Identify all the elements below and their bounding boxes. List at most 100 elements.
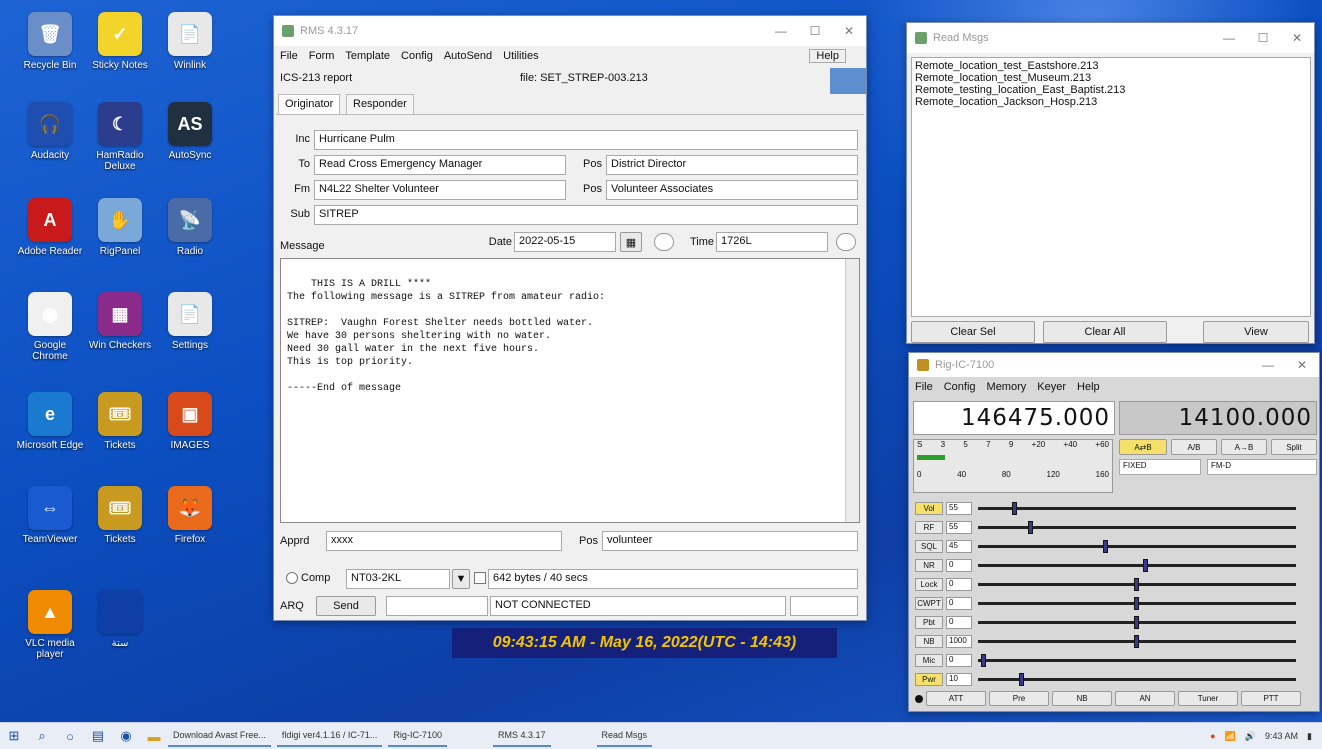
desktop-shortcut[interactable]: 🎟 Tickets — [85, 392, 155, 480]
date-now-button[interactable] — [654, 233, 674, 251]
tray-app-icon[interactable]: ● — [1210, 731, 1215, 741]
slider-label-button[interactable]: CWPT — [915, 597, 943, 610]
calendar-button[interactable]: ▦ — [620, 232, 642, 252]
desktop-shortcut[interactable]: ✋ RigPanel — [85, 198, 155, 286]
slider-label-button[interactable]: Mic — [915, 654, 943, 667]
desktop-shortcut[interactable]: ⇔ TeamViewer — [15, 486, 85, 574]
desktop-shortcut[interactable]: A Adobe Reader — [15, 198, 85, 286]
slider-value[interactable]: 0 — [946, 654, 972, 667]
search-icon[interactable]: ⌕ — [28, 725, 56, 747]
slider-value[interactable]: 45 — [946, 540, 972, 553]
clear-all-button[interactable]: Clear All — [1043, 321, 1167, 343]
desktop-shortcut[interactable]: ▦ Win Checkers — [85, 292, 155, 380]
comp-dropdown-button[interactable]: ▼ — [452, 569, 470, 589]
slider-thumb[interactable] — [981, 654, 986, 667]
slider-thumb[interactable] — [1019, 673, 1024, 686]
slider-track[interactable] — [978, 502, 1296, 515]
date-field[interactable]: 2022-05-15 — [514, 232, 616, 252]
taskbar-task-readmsgs[interactable]: Read Msgs — [596, 725, 653, 747]
time-now-button[interactable] — [836, 233, 856, 251]
desktop-shortcut[interactable]: 🎧 Audacity — [15, 102, 85, 190]
desktop-shortcut[interactable]: 📄 Settings — [155, 292, 225, 380]
desktop-shortcut[interactable]: 📄 Winlink — [155, 12, 225, 100]
menu-help[interactable]: Help — [809, 49, 846, 63]
slider-value[interactable]: 1000 — [946, 635, 972, 648]
desktop-shortcut[interactable]: ▲ VLC media player — [15, 590, 85, 678]
slider-label-button[interactable]: NR — [915, 559, 943, 572]
desktop-shortcut[interactable]: 📡 Radio — [155, 198, 225, 286]
menu-config[interactable]: Config — [401, 50, 433, 62]
rig-titlebar[interactable]: Rig-IC-7100 — ✕ — [909, 353, 1319, 377]
to-field[interactable]: Read Cross Emergency Manager — [314, 155, 566, 175]
slider-thumb[interactable] — [1028, 521, 1033, 534]
menu-file[interactable]: File — [280, 50, 298, 62]
menu-form[interactable]: Form — [309, 50, 335, 62]
slider-track[interactable] — [978, 540, 1296, 553]
split-button[interactable]: Split — [1271, 439, 1317, 455]
tray-time[interactable]: 9:43 AM — [1265, 731, 1298, 741]
slider-label-button[interactable]: Pbt — [915, 616, 943, 629]
send-button[interactable]: Send — [316, 596, 376, 616]
menu-autosend[interactable]: AutoSend — [444, 50, 492, 62]
tab-responder[interactable]: Responder — [346, 94, 414, 114]
rig-menu-config[interactable]: Config — [944, 381, 976, 393]
slider-label-button[interactable]: NB — [915, 635, 943, 648]
slider-track[interactable] — [978, 559, 1296, 572]
vfo-a-frequency[interactable]: 146475.000 — [913, 401, 1115, 435]
mode-select-1[interactable]: FIXED — [1119, 459, 1201, 475]
rig-menu-keyer[interactable]: Keyer — [1037, 381, 1066, 393]
list-item[interactable]: Remote_location_Jackson_Hosp.213 — [915, 96, 1307, 108]
rig-button-att[interactable]: ATT — [926, 691, 986, 706]
slider-value[interactable]: 0 — [946, 597, 972, 610]
vfo-b-frequency[interactable]: 14100.000 — [1119, 401, 1317, 435]
rig-menu-help[interactable]: Help — [1077, 381, 1100, 393]
slider-label-button[interactable]: RF — [915, 521, 943, 534]
slider-label-button[interactable]: Lock — [915, 578, 943, 591]
taskbar-task-fldigi[interactable]: fldigi ver4.1.16 / IC-71... — [276, 725, 383, 747]
maximize-icon[interactable]: ☐ — [1246, 31, 1280, 45]
rig-button-an[interactable]: AN — [1115, 691, 1175, 706]
clear-sel-button[interactable]: Clear Sel — [911, 321, 1035, 343]
slider-label-button[interactable]: Vol — [915, 502, 943, 515]
desktop-shortcut[interactable]: 🦊 Firefox — [155, 486, 225, 574]
slider-track[interactable] — [978, 635, 1296, 648]
fm-field[interactable]: N4L22 Shelter Volunteer — [314, 180, 566, 200]
list-item[interactable]: Remote_testing_location_East_Baptist.213 — [915, 84, 1307, 96]
message-body[interactable]: THIS IS A DRILL **** The following messa… — [280, 258, 860, 523]
rms-titlebar[interactable]: RMS 4.3.17 — ☐ ✕ — [274, 16, 866, 46]
comp-select[interactable]: NT03-2KL — [346, 569, 450, 589]
close-icon[interactable]: ✕ — [832, 24, 866, 38]
slider-track[interactable] — [978, 597, 1296, 610]
rig-button-tuner[interactable]: Tuner — [1178, 691, 1238, 706]
slider-track[interactable] — [978, 654, 1296, 667]
menu-template[interactable]: Template — [345, 50, 390, 62]
list-item[interactable]: Remote_location_test_Museum.213 — [915, 72, 1307, 84]
close-icon[interactable]: ✕ — [1285, 358, 1319, 372]
desktop-shortcut[interactable]: 🎟 Tickets — [85, 486, 155, 574]
notification-icon[interactable]: ▮ — [1307, 731, 1312, 742]
tab-originator[interactable]: Originator — [278, 94, 341, 114]
maximize-icon[interactable]: ☐ — [798, 24, 832, 38]
close-icon[interactable]: ✕ — [1280, 31, 1314, 45]
message-file-list[interactable]: Remote_location_test_Eastshore.213 Remot… — [911, 57, 1311, 317]
rig-menu-file[interactable]: File — [915, 381, 933, 393]
inc-field[interactable]: Hurricane Pulm — [314, 130, 858, 150]
slider-thumb[interactable] — [1012, 502, 1017, 515]
rig-button-nb[interactable]: NB — [1052, 691, 1112, 706]
desktop-shortcut[interactable]: ▣ IMAGES — [155, 392, 225, 480]
fm-pos-field[interactable]: Volunteer Associates — [606, 180, 858, 200]
desktop-shortcut[interactable]: ☾ HamRadio Deluxe — [85, 102, 155, 190]
minimize-icon[interactable]: — — [764, 24, 798, 38]
menu-utilities[interactable]: Utilities — [503, 50, 538, 62]
a-to-b-button[interactable]: A→B — [1221, 439, 1267, 455]
desktop-shortcut[interactable]: ستة — [85, 590, 155, 678]
rig-menu-memory[interactable]: Memory — [987, 381, 1027, 393]
widgets-icon[interactable]: ▤ — [84, 725, 112, 747]
comp-checkbox[interactable] — [474, 572, 486, 584]
slider-track[interactable] — [978, 673, 1296, 686]
slider-thumb[interactable] — [1143, 559, 1148, 572]
volume-icon[interactable]: 🔊 — [1245, 731, 1256, 742]
mode-select-2[interactable]: FM-D — [1207, 459, 1317, 475]
slider-value[interactable]: 10 — [946, 673, 972, 686]
sub-field[interactable]: SITREP — [314, 205, 858, 225]
